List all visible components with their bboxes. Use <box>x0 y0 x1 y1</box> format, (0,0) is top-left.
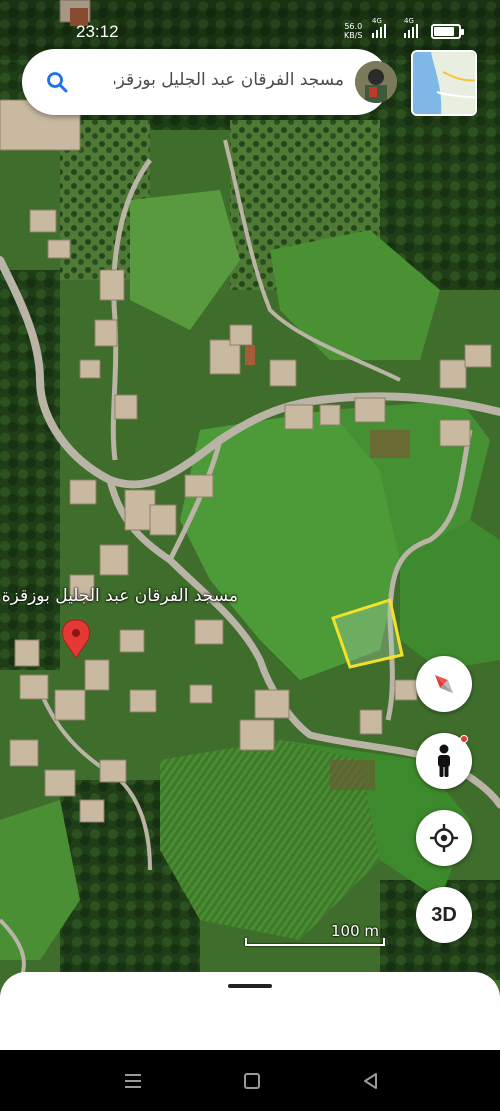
status-time: 23:12 <box>76 22 119 41</box>
back-button[interactable] <box>356 1066 386 1096</box>
battery-icon <box>431 24 464 39</box>
my-location-icon <box>430 824 458 852</box>
network-speed: 56.0 KB/S <box>344 22 363 40</box>
layers-button[interactable] <box>411 50 477 116</box>
compass-button[interactable] <box>416 656 472 712</box>
my-location-button[interactable] <box>416 810 472 866</box>
satellite-imagery[interactable] <box>0 0 500 1050</box>
bottom-sheet[interactable] <box>0 972 500 1051</box>
search-query[interactable]: مسجد الفرقان عبد الجليل بوزقزة قدارة <box>114 70 344 96</box>
search-bar[interactable]: مسجد الفرقان عبد الجليل بوزقزة قدارة <box>22 49 397 115</box>
satellite-map[interactable] <box>0 0 500 1050</box>
status-bar: 23:12 56.0 KB/S 4G 4G <box>0 0 500 56</box>
map-thumbnail-icon <box>413 52 475 114</box>
search-icon[interactable] <box>44 69 70 95</box>
home-button[interactable] <box>237 1066 267 1096</box>
drag-handle[interactable] <box>228 984 272 988</box>
signal-sim1-icon: 4G <box>372 17 386 38</box>
menu-icon <box>125 1074 141 1088</box>
scale-bar-line <box>245 938 385 946</box>
system-navigation-bar <box>0 1050 500 1111</box>
scale-bar: 100 m <box>245 920 385 948</box>
pegman-icon <box>438 744 450 777</box>
notification-dot <box>460 735 468 743</box>
back-icon <box>364 1073 377 1089</box>
battery-level <box>434 27 455 36</box>
street-view-button[interactable] <box>416 733 472 789</box>
3d-toggle-button[interactable]: 3D <box>416 887 472 943</box>
sim2-type: 4G <box>404 17 414 25</box>
sim1-type: 4G <box>372 17 382 25</box>
3d-label: 3D <box>431 903 457 926</box>
network-speed-unit: KB/S <box>344 31 363 40</box>
network-speed-value: 56.0 <box>344 22 363 31</box>
place-label[interactable]: مسجد الفرقان عبد الجليل بوزقزة <box>0 586 238 606</box>
account-avatar[interactable] <box>355 61 397 103</box>
recents-button[interactable] <box>118 1066 148 1096</box>
compass-icon <box>435 675 453 693</box>
home-icon <box>244 1073 260 1089</box>
signal-sim2-icon: 4G <box>404 17 418 38</box>
